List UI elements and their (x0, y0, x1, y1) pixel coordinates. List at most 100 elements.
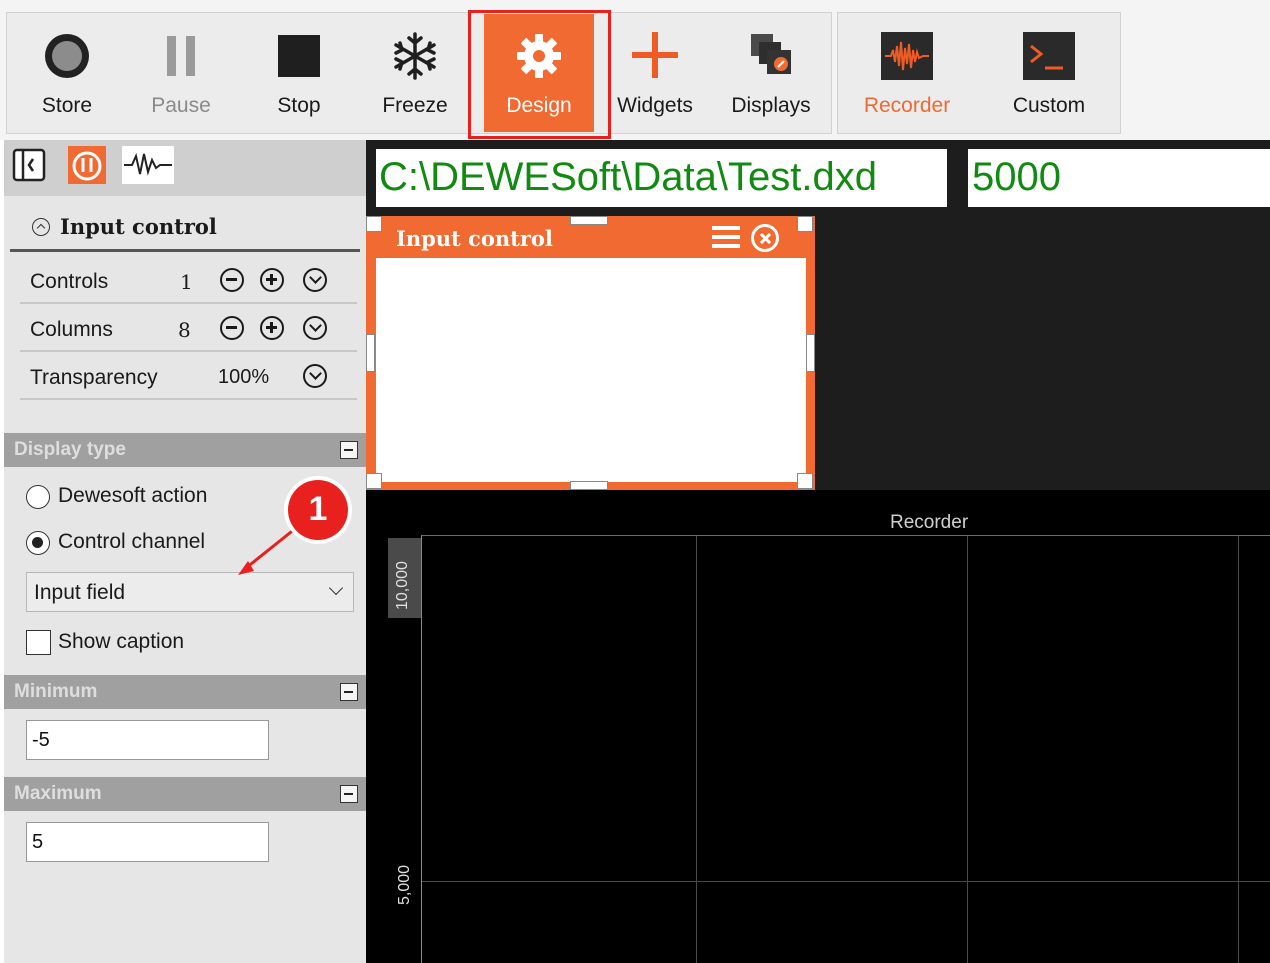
controls-dropdown-icon[interactable] (303, 268, 327, 292)
y-axis-label-top: 10,000 (394, 561, 411, 610)
recorder-title: Recorder (890, 512, 969, 533)
maximum-input[interactable] (27, 823, 268, 861)
design-label: Design (506, 94, 572, 117)
collapse-chevron-icon[interactable] (32, 218, 50, 236)
maximum-title: Maximum (14, 783, 102, 804)
decrease-columns-icon[interactable] (220, 316, 244, 340)
waveform-icon (881, 32, 933, 80)
collapse-section-icon[interactable] (340, 441, 358, 459)
grid-line (967, 536, 968, 963)
display-canvas: C:\DEWESoft\Data\Test.dxd 5000 Input con… (366, 140, 1270, 963)
display-type-title: Display type (14, 439, 126, 460)
widget-body[interactable] (376, 258, 806, 482)
displays-label: Displays (731, 94, 811, 117)
resize-handle[interactable] (797, 216, 813, 232)
radio-button[interactable] (26, 485, 50, 509)
grid-line (696, 536, 697, 963)
transparency-value: 100% (218, 366, 270, 388)
radio-label: Dewesoft action (58, 484, 208, 507)
widgets-label: Widgets (617, 94, 693, 117)
controls-row: Controls 1 (20, 258, 357, 304)
store-button[interactable]: Store (12, 14, 122, 132)
transparency-dropdown-icon[interactable] (303, 364, 327, 388)
decrease-controls-icon[interactable] (220, 268, 244, 292)
stop-square-icon (278, 35, 320, 77)
input-control-title: Input control (60, 214, 217, 239)
stop-label: Stop (277, 94, 321, 117)
record-circle-icon (45, 34, 89, 78)
collapse-section-icon[interactable] (340, 683, 358, 701)
widget-title: Input control (396, 226, 553, 251)
displays-button[interactable]: Displays (716, 14, 826, 132)
show-caption-checkbox[interactable] (26, 630, 51, 655)
grid-line (1238, 536, 1239, 963)
custom-label: Custom (1012, 94, 1086, 117)
recorder-button[interactable]: Recorder (852, 14, 962, 132)
resize-handle[interactable] (366, 473, 382, 489)
minimum-field[interactable] (26, 720, 269, 760)
minimum-input[interactable] (27, 721, 268, 759)
columns-dropdown-icon[interactable] (303, 316, 327, 340)
controls-label: Controls (30, 270, 109, 293)
columns-label: Columns (30, 318, 113, 341)
stop-button[interactable]: Stop (244, 14, 354, 132)
dropdown-value: Input field (34, 581, 126, 604)
resize-handle[interactable] (570, 216, 608, 225)
radio-button-selected[interactable] (26, 531, 50, 555)
pause-label: Pause (151, 94, 211, 117)
file-path-text: C:\DEWESoft\Data\Test.dxd (379, 155, 877, 199)
resize-handle[interactable] (366, 334, 375, 372)
resize-handle[interactable] (806, 334, 815, 372)
maximum-field[interactable] (26, 822, 269, 862)
left-panel: Input control Controls 1 Columns 8 Trans… (0, 140, 366, 963)
increase-columns-icon[interactable] (260, 316, 284, 340)
control-type-dropdown[interactable]: Input field (26, 572, 354, 612)
pause-icon (167, 36, 195, 76)
maximum-section-header: Maximum (4, 777, 366, 811)
chevron-down-icon (328, 580, 344, 596)
display-type-section-header: Display type (4, 433, 366, 467)
value-display-field[interactable]: 5000 (968, 149, 1270, 207)
collapse-panel-icon[interactable] (10, 146, 48, 184)
value-display-text: 5000 (972, 155, 1061, 199)
close-icon[interactable] (751, 224, 779, 252)
freeze-label: Freeze (382, 94, 448, 117)
columns-row: Columns 8 (20, 306, 357, 352)
recorder-plot-area[interactable] (421, 535, 1270, 963)
show-caption-label: Show caption (58, 630, 185, 653)
signal-tab-icon[interactable] (122, 146, 174, 184)
input-control-header[interactable]: Input control (10, 202, 360, 252)
radio-label: Control channel (58, 530, 206, 553)
columns-value: 8 (178, 318, 191, 342)
panel-tab-strip (4, 140, 366, 196)
input-control-widget[interactable]: Input control (366, 216, 815, 490)
hamburger-menu-icon[interactable] (712, 226, 740, 248)
resize-handle[interactable] (366, 216, 382, 232)
annotation-badge: 1 (308, 490, 328, 528)
file-path-field[interactable]: C:\DEWESoft\Data\Test.dxd (376, 149, 947, 207)
resize-handle[interactable] (797, 473, 813, 489)
gear-icon (517, 34, 561, 78)
toolbar: Store Pause Stop Freeze Design Widgets D… (0, 0, 1270, 140)
plus-icon (632, 32, 678, 78)
widgets-button[interactable]: Widgets (600, 14, 710, 132)
minimum-section-header: Minimum (4, 675, 366, 709)
snowflake-icon (394, 32, 436, 80)
collapse-section-icon[interactable] (340, 785, 358, 803)
pause-button[interactable]: Pause (126, 14, 236, 132)
design-button[interactable]: Design (484, 14, 594, 132)
increase-controls-icon[interactable] (260, 268, 284, 292)
recorder-label: Recorder (863, 94, 951, 117)
grid-line (422, 881, 1270, 882)
custom-button[interactable]: Custom (994, 14, 1104, 132)
y-axis-label-mid: 5,000 (396, 864, 413, 905)
gauge-tab-icon[interactable] (68, 146, 106, 184)
terminal-icon (1023, 32, 1075, 80)
resize-handle[interactable] (570, 481, 608, 490)
store-label: Store (41, 94, 93, 117)
minimum-title: Minimum (14, 681, 98, 702)
canvas-top-area: C:\DEWESoft\Data\Test.dxd 5000 Input con… (366, 140, 1270, 490)
transparency-row: Transparency 100% (20, 354, 357, 400)
freeze-button[interactable]: Freeze (360, 14, 470, 132)
transparency-label: Transparency (30, 366, 158, 389)
